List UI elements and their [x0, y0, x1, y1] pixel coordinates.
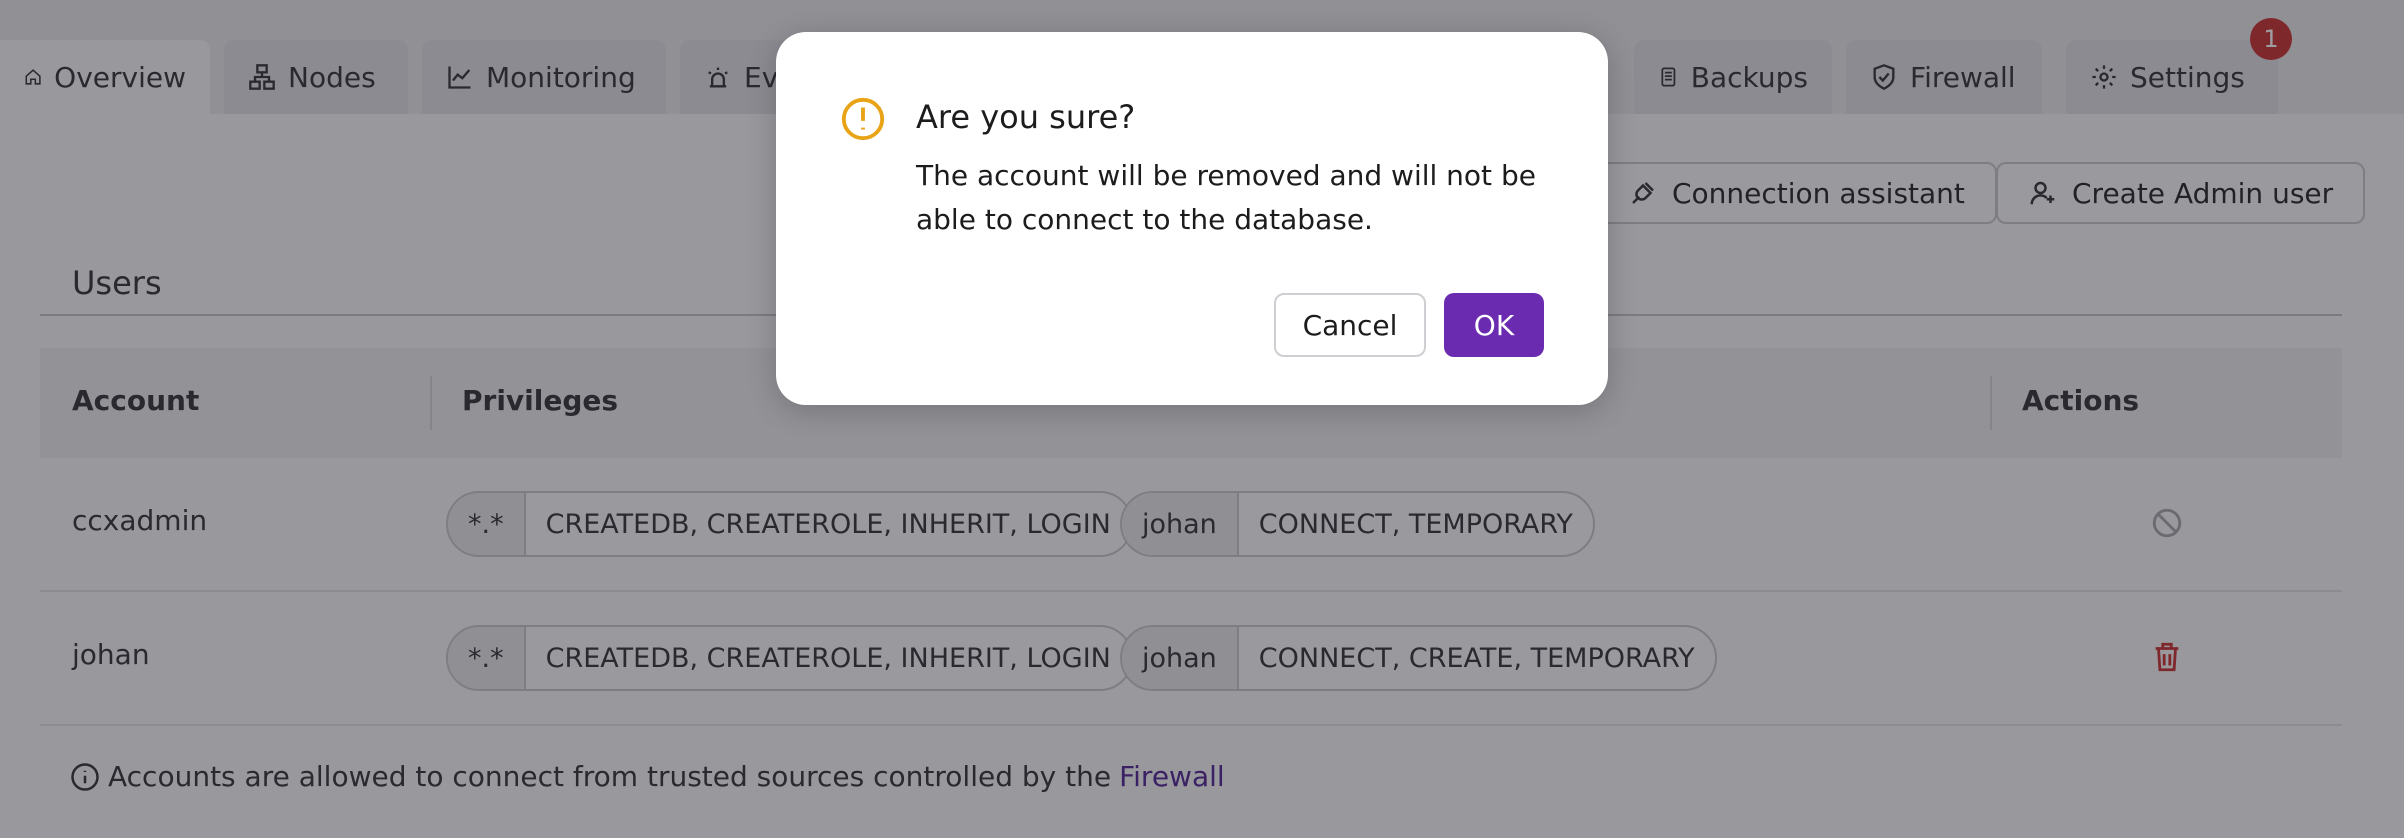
warning-icon: [841, 97, 885, 141]
ok-button[interactable]: OK: [1444, 293, 1544, 357]
cancel-button[interactable]: Cancel: [1274, 293, 1426, 357]
confirm-dialog: Are you sure? The account will be remove…: [776, 32, 1608, 405]
dialog-title: Are you sure?: [916, 98, 1136, 136]
dialog-message: The account will be removed and will not…: [916, 159, 1536, 236]
